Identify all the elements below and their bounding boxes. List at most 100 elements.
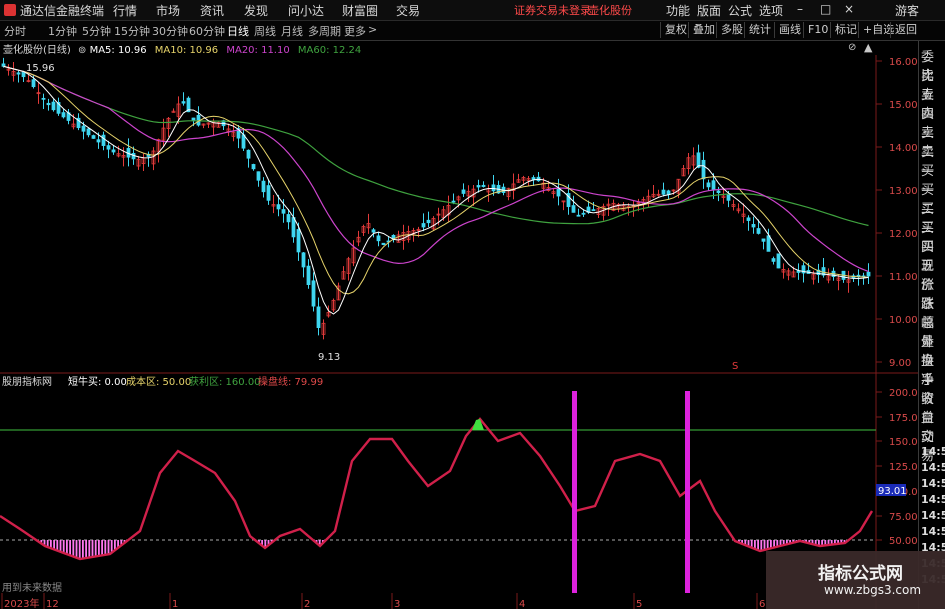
menu-market[interactable]: 市场 xyxy=(156,2,180,19)
price-tick-label: 13.00 xyxy=(889,186,918,197)
tab-weekly[interactable]: 周线 xyxy=(254,23,276,39)
side-panel-label: 14:56 xyxy=(921,445,945,458)
login-notice[interactable]: 证券交易未登录 xyxy=(514,2,591,18)
candle-body xyxy=(291,217,296,238)
watermark-url: www.zbgs3.com xyxy=(824,583,922,597)
price-tick-label: 10.00 xyxy=(889,315,918,326)
mark-button[interactable]: 标记 xyxy=(830,22,861,38)
candle-body xyxy=(711,180,716,191)
histogram-bar xyxy=(94,540,97,557)
cost-zone-value: 成本区: 50.00 xyxy=(126,375,191,388)
tab-5min[interactable]: 5分钟 xyxy=(82,23,111,39)
candle-body xyxy=(391,234,396,239)
histogram-bar xyxy=(78,540,81,559)
candle-body xyxy=(476,185,481,188)
candle-body xyxy=(426,219,431,224)
quote-side-panel: 委比 卖五 卖四 卖三 卖二 卖一 买一 买二 买三 买四 买五 现价 涨跌 涨幅 总量 外盘 换手 净资 收益 自动… xyxy=(918,41,945,609)
watermark-title: 指标公式网 xyxy=(818,564,903,584)
overlay-button[interactable]: 叠加 xyxy=(688,22,719,38)
price-tick-label: 12.00 xyxy=(889,229,918,240)
time-tick-label: 3 xyxy=(394,599,400,609)
statistics-button[interactable]: 统计 xyxy=(744,22,775,38)
candle-body xyxy=(101,134,106,146)
stock-link[interactable]: 壶化股份 xyxy=(588,2,632,18)
multi-stock-button[interactable]: 多股 xyxy=(716,22,747,38)
candle-body xyxy=(91,135,96,139)
event-marker[interactable]: S xyxy=(732,361,738,372)
operate-line-value: 操盘线: 79.99 xyxy=(258,375,323,388)
app-logo-icon xyxy=(4,4,16,16)
candle-body xyxy=(756,228,761,234)
histogram-bar xyxy=(101,540,103,556)
tab-1min[interactable]: 1分钟 xyxy=(48,23,77,39)
histogram-bar xyxy=(754,540,756,549)
candle-body xyxy=(51,101,56,111)
guest-label[interactable]: 游客 xyxy=(895,2,919,19)
candle-body xyxy=(61,112,66,118)
histogram-bar xyxy=(757,540,759,550)
menu-layout[interactable]: 版面 xyxy=(697,2,721,19)
time-tick-label: 12 xyxy=(46,599,59,609)
tab-more[interactable]: 更多 xyxy=(344,23,366,39)
minimize-icon[interactable]: – xyxy=(797,2,803,16)
indicator-tick-label: 50.00 xyxy=(889,536,918,547)
tab-30min[interactable]: 30分钟 xyxy=(152,23,188,39)
histogram-bar xyxy=(88,540,91,558)
candle-body xyxy=(866,271,871,277)
f10-button[interactable]: F10 xyxy=(803,22,832,38)
candle-body xyxy=(96,139,101,143)
candle-body xyxy=(746,217,751,221)
tab-60min[interactable]: 60分钟 xyxy=(189,23,225,39)
indicator-tick-label: 75.00 xyxy=(889,512,918,523)
menu-trade[interactable]: 交易 xyxy=(396,2,420,19)
close-icon[interactable]: × xyxy=(844,2,854,16)
menu-ask[interactable]: 问小达 xyxy=(288,2,324,19)
menu-quotes[interactable]: 行情 xyxy=(113,2,137,19)
candle-body xyxy=(276,204,281,210)
histogram-bar xyxy=(62,540,65,553)
candle-body xyxy=(771,258,776,262)
candle-body xyxy=(316,306,321,328)
restore-icon[interactable]: □ xyxy=(820,2,831,16)
side-panel-label: 14:56 xyxy=(921,509,945,522)
candle-body xyxy=(311,280,316,307)
chart-area[interactable]: 16.0015.0014.0013.0012.0011.0010.009.00 … xyxy=(0,41,918,609)
back-button[interactable]: 返回 xyxy=(890,22,921,38)
candle-body xyxy=(576,214,581,217)
candle-body xyxy=(16,72,21,75)
tab-monthly[interactable]: 月线 xyxy=(281,23,303,39)
draw-line-button[interactable]: 画线 xyxy=(774,22,805,38)
profit-zone-value: 获利区: 160.00 xyxy=(189,376,261,388)
candle-body xyxy=(86,128,91,136)
signal-bar xyxy=(572,391,577,593)
histogram-bar xyxy=(85,540,87,559)
candle-body xyxy=(31,79,36,88)
adjust-button[interactable]: 复权 xyxy=(660,22,691,38)
tab-15min[interactable]: 15分钟 xyxy=(114,23,150,39)
time-tick-label: 2 xyxy=(304,599,310,609)
tab-multi-period[interactable]: 多周期 xyxy=(308,23,341,39)
candle-body xyxy=(751,224,756,228)
chevron-right-icon[interactable]: > xyxy=(368,23,377,36)
time-tick-label: 5 xyxy=(636,599,642,609)
candle-body xyxy=(716,190,721,193)
menu-function[interactable]: 功能 xyxy=(666,2,690,19)
candle-body xyxy=(111,149,116,153)
histogram-bar xyxy=(53,540,55,549)
candle-body xyxy=(296,229,301,253)
candle-body xyxy=(281,209,286,214)
menu-options[interactable]: 选项 xyxy=(759,2,783,19)
menu-formula[interactable]: 公式 xyxy=(728,2,752,19)
tab-daily[interactable]: 日线 xyxy=(227,23,249,39)
candle-body xyxy=(81,125,86,132)
menu-news[interactable]: 资讯 xyxy=(200,2,224,19)
histogram-bar xyxy=(98,540,100,556)
menu-discover[interactable]: 发现 xyxy=(244,2,268,19)
menu-wealth[interactable]: 财富圈 xyxy=(342,2,378,19)
histogram-bar xyxy=(56,540,59,551)
side-panel-label: 14:56 xyxy=(921,477,945,490)
tab-intraday[interactable]: 分时 xyxy=(4,23,26,39)
time-tick-label: 6 xyxy=(759,599,765,609)
candle-body xyxy=(266,185,271,201)
time-tick-label: 4 xyxy=(519,599,525,609)
